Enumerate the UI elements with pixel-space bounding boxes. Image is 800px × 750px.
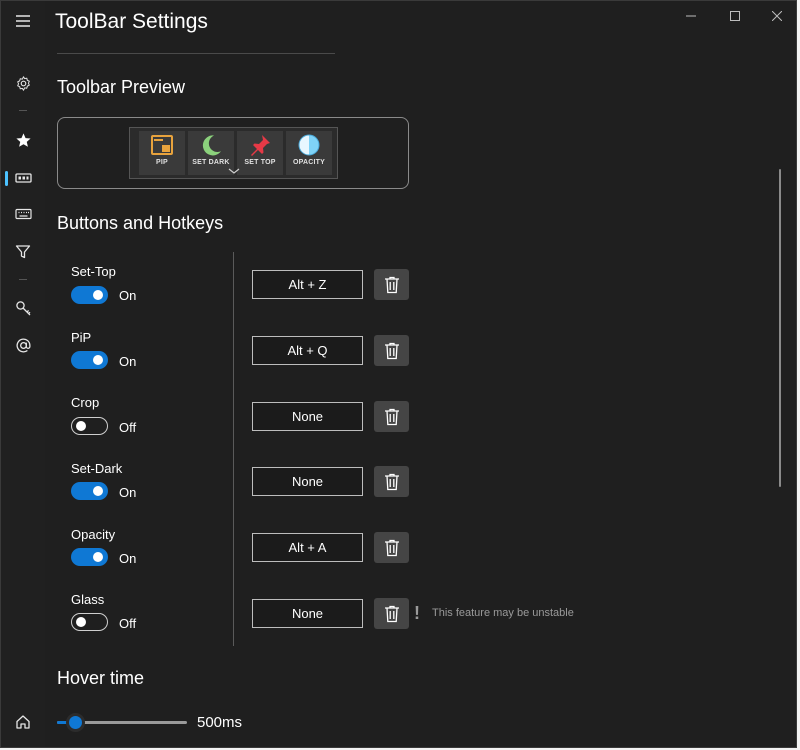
- nav-rail: [1, 1, 45, 747]
- delete-hotkey-button-opacity[interactable]: [374, 532, 409, 563]
- maximize-button[interactable]: [715, 5, 755, 27]
- delete-hotkey-button-set-top[interactable]: [374, 269, 409, 300]
- delete-hotkey-button-crop[interactable]: [374, 401, 409, 432]
- hotkey-field-glass[interactable]: None: [252, 599, 363, 628]
- filter-icon[interactable]: [6, 235, 40, 269]
- row-label-glass: Glass: [71, 592, 105, 607]
- buttons-hotkeys-heading: Buttons and Hotkeys: [57, 213, 224, 233]
- key-icon[interactable]: [6, 291, 40, 325]
- preview-set-dark-label: SET DARK: [192, 159, 230, 166]
- opacity-icon: [297, 131, 321, 159]
- close-button[interactable]: [757, 5, 797, 27]
- minimize-button[interactable]: [671, 5, 711, 27]
- toggle-set-dark[interactable]: [71, 482, 108, 500]
- trash-icon: [384, 276, 399, 293]
- gear-icon[interactable]: [6, 66, 40, 100]
- pin-icon: [248, 131, 272, 159]
- chevron-down-icon[interactable]: [228, 166, 240, 176]
- trash-icon: [384, 408, 399, 425]
- hover-time-value: 500ms: [197, 714, 243, 731]
- row-label-pip: PiP: [71, 330, 92, 345]
- hotkey-field-set-dark[interactable]: None: [252, 467, 363, 496]
- home-icon[interactable]: [6, 705, 40, 739]
- hotkey-field-pip[interactable]: Alt + Q: [252, 336, 363, 365]
- trash-icon: [384, 473, 399, 490]
- delete-hotkey-button-set-dark[interactable]: [374, 466, 409, 497]
- toolbar-preview-heading: Toolbar Preview: [57, 77, 186, 97]
- nav-separator: [19, 110, 27, 111]
- toggle-state-crop: Off: [119, 420, 137, 435]
- hover-time-heading: Hover time: [57, 668, 145, 688]
- toggle-glass[interactable]: [71, 613, 108, 631]
- toggle-opacity[interactable]: [71, 548, 108, 566]
- toolbar-preview: PIP SET DARK SET TOP OPACITY: [129, 127, 338, 179]
- section-divider: [57, 53, 335, 54]
- toolbar-icon[interactable]: [5, 161, 40, 195]
- toggle-set-top[interactable]: [71, 286, 108, 304]
- settings-window: ToolBar Settings Toolbar Preview PIP SET…: [0, 0, 797, 748]
- row-label-set-top: Set-Top: [71, 264, 116, 279]
- toggle-state-set-top: On: [119, 288, 137, 303]
- preview-opacity-button: OPACITY: [286, 131, 332, 175]
- at-icon[interactable]: [6, 328, 40, 362]
- preview-set-top-label: SET TOP: [244, 159, 276, 166]
- preview-pip-label: PIP: [156, 159, 168, 166]
- trash-icon: [384, 539, 399, 556]
- toggle-state-set-dark: On: [119, 485, 137, 500]
- star-icon[interactable]: [6, 123, 40, 157]
- keyboard-icon[interactable]: [6, 197, 40, 231]
- preview-opacity-label: OPACITY: [293, 159, 325, 166]
- delete-hotkey-button-pip[interactable]: [374, 335, 409, 366]
- row-label-set-dark: Set-Dark: [71, 461, 123, 476]
- row-label-opacity: Opacity: [71, 527, 116, 542]
- delete-hotkey-button-glass[interactable]: [374, 598, 409, 629]
- hotkey-field-set-top[interactable]: Alt + Z: [252, 270, 363, 299]
- moon-icon: [199, 131, 223, 159]
- hover-time-slider-thumb[interactable]: [65, 713, 85, 732]
- toggle-state-opacity: On: [119, 551, 137, 566]
- row-label-crop: Crop: [71, 395, 100, 410]
- trash-icon: [384, 605, 399, 622]
- hotkey-field-crop[interactable]: None: [252, 402, 363, 431]
- preview-set-top-button: SET TOP: [237, 131, 283, 175]
- toggle-state-glass: Off: [119, 616, 137, 631]
- preview-pip-button: PIP: [139, 131, 185, 175]
- trash-icon: [384, 342, 399, 359]
- nav-separator: [19, 279, 27, 280]
- warning-text: This feature may be unstable: [432, 607, 574, 619]
- warning-icon: !: [414, 603, 420, 623]
- toggle-state-pip: On: [119, 354, 137, 369]
- toggle-crop[interactable]: [71, 417, 108, 435]
- scrollbar[interactable]: [779, 169, 781, 487]
- toggle-pip[interactable]: [71, 351, 108, 369]
- column-divider: [233, 252, 234, 646]
- hotkey-field-opacity[interactable]: Alt + A: [252, 533, 363, 562]
- window-title: ToolBar Settings: [55, 10, 208, 33]
- pip-icon: [150, 131, 174, 159]
- menu-icon[interactable]: [6, 4, 40, 38]
